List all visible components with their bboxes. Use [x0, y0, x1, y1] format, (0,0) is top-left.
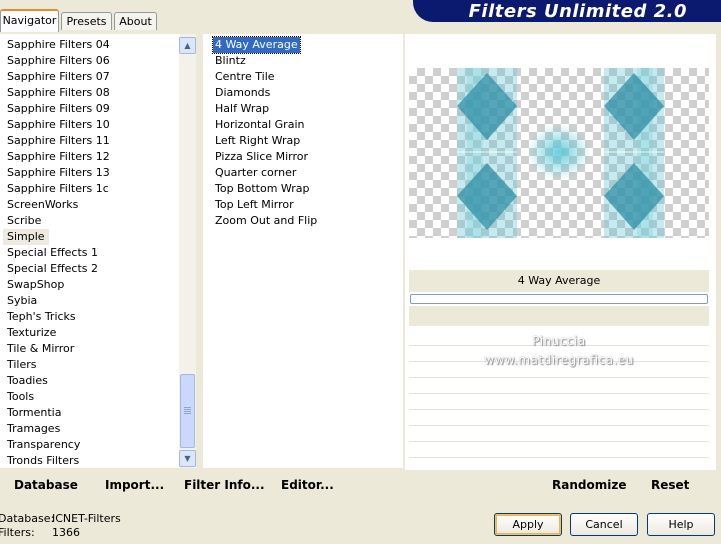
category-item[interactable]: Tormentia: [7, 405, 61, 421]
category-item[interactable]: ScreenWorks: [7, 197, 78, 213]
editor-link[interactable]: Editor...: [281, 478, 334, 492]
category-item[interactable]: Transparency: [7, 437, 80, 453]
database-link[interactable]: Database: [14, 478, 78, 492]
database-value: ICNET-Filters: [52, 512, 121, 525]
preview-filter-name: 4 Way Average: [517, 274, 601, 287]
category-item[interactable]: Sapphire Filters 08: [7, 85, 110, 101]
filter-item[interactable]: Pizza Slice Mirror: [215, 149, 308, 165]
category-item[interactable]: Special Effects 1: [7, 245, 98, 261]
apply-button[interactable]: Apply: [494, 513, 562, 536]
filter-item[interactable]: Top Bottom Wrap: [215, 181, 310, 197]
category-item[interactable]: Simple: [3, 229, 49, 245]
category-item[interactable]: Toadies: [7, 373, 48, 389]
filter-item[interactable]: Top Left Mirror: [215, 197, 294, 213]
reset-link[interactable]: Reset: [651, 478, 689, 492]
filter-list[interactable]: 4 Way Average Blintz Centre Tile Diamonds Ha…: [203, 34, 403, 468]
parameter-area: Pinuccia www.matdiregrafica.eu: [409, 326, 709, 468]
category-item[interactable]: Sapphire Filters 11: [7, 133, 110, 149]
params-header: [409, 306, 709, 326]
category-item[interactable]: Tronds Filters: [7, 453, 79, 468]
preview-image: [409, 68, 709, 238]
help-button[interactable]: Help: [647, 513, 715, 536]
filter-item[interactable]: Horizontal Grain: [215, 117, 304, 133]
category-scrollbar[interactable]: ▲ ▼: [179, 34, 196, 468]
filters-count-label: Filters:: [0, 526, 35, 539]
title-banner: Filters Unlimited 2.0: [413, 0, 721, 22]
filter-item[interactable]: Centre Tile: [215, 69, 275, 85]
category-item[interactable]: Tilers: [7, 357, 37, 373]
database-label: Database:: [0, 512, 55, 525]
filter-item[interactable]: Half Wrap: [215, 101, 269, 117]
filters-count-value: 1366: [52, 526, 80, 539]
category-item[interactable]: Sapphire Filters 04: [7, 37, 110, 53]
category-item[interactable]: Sapphire Filters 09: [7, 101, 110, 117]
category-item[interactable]: Sapphire Filters 06: [7, 53, 110, 69]
watermark-name: Pinuccia: [532, 334, 586, 348]
import-link[interactable]: Import...: [105, 478, 164, 492]
randomize-link[interactable]: Randomize: [552, 478, 626, 492]
category-item[interactable]: Tile & Mirror: [7, 341, 74, 357]
filter-item[interactable]: Quarter corner: [215, 165, 296, 181]
category-item[interactable]: Tools: [7, 389, 34, 405]
category-item[interactable]: Sapphire Filters 13: [7, 165, 110, 181]
category-item[interactable]: Special Effects 2: [7, 261, 98, 277]
tab-navigator[interactable]: Navigator: [0, 9, 59, 32]
category-item[interactable]: Sapphire Filters 12: [7, 149, 110, 165]
cancel-button[interactable]: Cancel: [570, 513, 638, 536]
filter-item[interactable]: Diamonds: [215, 85, 270, 101]
category-item[interactable]: Tramages: [7, 421, 60, 437]
chevron-down-icon[interactable]: ▼: [179, 450, 196, 467]
filter-item[interactable]: 4 Way Average: [212, 36, 301, 54]
progress-bar: [410, 294, 708, 304]
tab-presets[interactable]: Presets: [61, 12, 112, 30]
category-list[interactable]: Sapphire Filters 04 Sapphire Filters 06 Sa…: [0, 34, 179, 468]
chevron-up-icon[interactable]: ▲: [179, 37, 196, 54]
category-item[interactable]: Sapphire Filters 1c: [7, 181, 109, 197]
category-item[interactable]: Texturize: [7, 325, 56, 341]
scrollbar-thumb[interactable]: [180, 374, 195, 448]
filter-item[interactable]: Left Right Wrap: [215, 133, 300, 149]
app-title: Filters Unlimited 2.0: [468, 1, 687, 22]
watermark-url: www.matdiregrafica.eu: [484, 353, 634, 367]
category-item[interactable]: Sapphire Filters 07: [7, 69, 110, 85]
category-item[interactable]: Scribe: [7, 213, 41, 229]
category-item[interactable]: Teph's Tricks: [7, 309, 76, 325]
filter-info-link[interactable]: Filter Info...: [184, 478, 265, 492]
category-item[interactable]: SwapShop: [7, 277, 64, 293]
tab-about[interactable]: About: [114, 12, 157, 30]
category-item[interactable]: Sybia: [7, 293, 37, 309]
category-item[interactable]: Sapphire Filters 10: [7, 117, 110, 133]
filter-item[interactable]: Blintz: [215, 53, 246, 69]
filter-item[interactable]: Zoom Out and Flip: [215, 213, 317, 229]
